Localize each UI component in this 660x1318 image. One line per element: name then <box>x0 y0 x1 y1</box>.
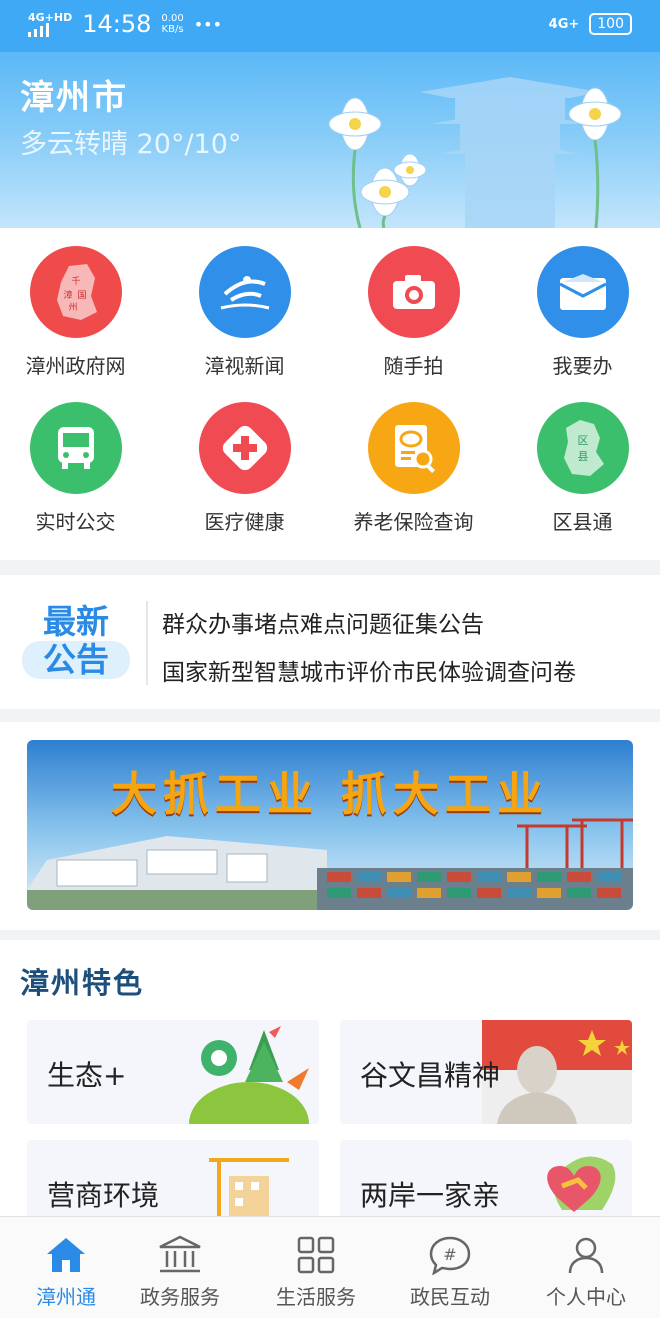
status-bar: 4G+HD 14:58 0.00 KB/s ••• 4G+ 100 <box>0 0 660 52</box>
user-icon <box>563 1233 609 1277</box>
feature-card-guwenchang[interactable]: 谷文昌精神 <box>340 1020 632 1124</box>
clock: 14:58 <box>82 10 152 38</box>
notice-divider <box>146 601 148 685</box>
weather-text: 多云转晴 20°/10° <box>20 129 242 160</box>
guwenchang-portrait-illustration <box>482 1020 632 1124</box>
tab-profile[interactable]: 个人中心 <box>520 1217 652 1318</box>
network-speed: 0.00 KB/s <box>161 13 184 35</box>
tab-label: 漳州通 <box>36 1285 96 1309</box>
government-building-icon <box>157 1233 203 1277</box>
service-grid: 千漳国州 漳州政府网 漳视新闻 随手拍 我要办 实时公交 医疗健康 养老保险查询… <box>0 228 660 560</box>
svg-text:区: 区 <box>577 434 588 447</box>
latest-notice-panel: 最新 公告 群众办事堵点难点问题征集公告 国家新型智慧城市评价市民体验调查问卷 <box>0 575 660 709</box>
service-label: 区县通 <box>552 510 613 534</box>
tab-interaction[interactable]: # 政民互动 <box>384 1217 516 1318</box>
notice-item[interactable]: 国家新型智慧城市评价市民体验调查问卷 <box>162 653 576 687</box>
medical-cross-icon <box>198 402 291 494</box>
tab-label: 生活服务 <box>276 1285 356 1309</box>
tab-government-services[interactable]: 政务服务 <box>114 1217 246 1318</box>
battery-icon: 100 <box>589 13 632 35</box>
service-label: 实时公交 <box>35 510 116 534</box>
service-label: 漳州政府网 <box>25 354 126 378</box>
service-snapshot[interactable]: 随手拍 <box>331 246 496 379</box>
service-zhangzhou-gov[interactable]: 千漳国州 漳州政府网 <box>0 246 158 379</box>
bottom-tab-bar: 漳州通 政务服务 生活服务 # 政民互动 个人中心 <box>0 1216 660 1318</box>
feature-card-title: 营商环境 <box>47 1179 160 1212</box>
svg-text:千: 千 <box>71 276 80 287</box>
district-map-icon: 区县 <box>536 402 629 494</box>
grid-apps-icon <box>293 1233 339 1277</box>
latest-notice-badge: 最新 公告 <box>22 603 130 683</box>
banner-slogan: 大抓工业 抓大工业 <box>110 767 549 821</box>
service-label: 养老保险查询 <box>353 510 474 534</box>
svg-text:州: 州 <box>68 302 77 313</box>
service-pension-query[interactable]: 养老保险查询 <box>331 402 496 535</box>
banner-section: 大抓工业 抓大工业 <box>0 722 660 930</box>
feature-card-ecology[interactable]: 生态+ <box>27 1020 319 1124</box>
service-label: 漳视新闻 <box>204 354 285 378</box>
svg-text:县: 县 <box>577 450 588 463</box>
service-apply[interactable]: 我要办 <box>500 246 660 379</box>
feature-card-title: 生态+ <box>47 1059 127 1092</box>
tab-label: 个人中心 <box>546 1285 626 1309</box>
feature-card-title: 两岸一家亲 <box>360 1179 501 1212</box>
svg-text:国: 国 <box>77 290 86 301</box>
feature-card-title: 谷文昌精神 <box>360 1059 501 1092</box>
signal-icon: 4G+HD <box>28 12 72 37</box>
zhangzhou-features-section: 漳州特色 生态+ 谷文昌精神 营商环境 两岸一家亲 <box>0 940 660 1244</box>
service-medical[interactable]: 医疗健康 <box>162 402 327 535</box>
service-label: 医疗健康 <box>204 510 285 534</box>
chat-hashtag-icon: # <box>427 1233 473 1277</box>
home-icon <box>43 1233 89 1277</box>
service-zhangshi-news[interactable]: 漳视新闻 <box>162 246 327 379</box>
section-title: 漳州特色 <box>20 966 145 1000</box>
city-name: 漳州市 <box>20 78 128 118</box>
service-label: 我要办 <box>552 354 613 378</box>
cross-strait-heart-illustration <box>547 1156 616 1212</box>
more-dots-icon: ••• <box>193 14 222 34</box>
svg-text:漳: 漳 <box>63 289 72 301</box>
tab-label: 政民互动 <box>410 1285 490 1309</box>
weather-banner: 漳州市 多云转晴 20°/10° <box>0 52 660 228</box>
tab-life-services[interactable]: 生活服务 <box>250 1217 382 1318</box>
envelope-icon <box>536 246 629 338</box>
notice-item[interactable]: 群众办事堵点难点问题征集公告 <box>162 605 484 639</box>
business-construction-illustration <box>209 1158 289 1220</box>
service-label: 随手拍 <box>383 354 444 378</box>
service-bus[interactable]: 实时公交 <box>0 402 158 535</box>
camera-icon <box>367 246 460 338</box>
news-logo-icon <box>198 246 291 338</box>
tab-home[interactable]: 漳州通 <box>0 1217 132 1318</box>
industry-promo-banner[interactable]: 大抓工业 抓大工业 <box>27 740 633 910</box>
svg-text:#: # <box>443 1245 456 1264</box>
network-indicator: 4G+ <box>548 16 580 32</box>
service-district[interactable]: 区县 区县通 <box>500 402 660 535</box>
zhangzhou-map-seal-icon: 千漳国州 <box>29 246 122 338</box>
ecology-illustration <box>189 1026 309 1124</box>
insurance-search-icon <box>367 402 460 494</box>
tab-label: 政务服务 <box>140 1285 220 1309</box>
bus-icon <box>29 402 122 494</box>
